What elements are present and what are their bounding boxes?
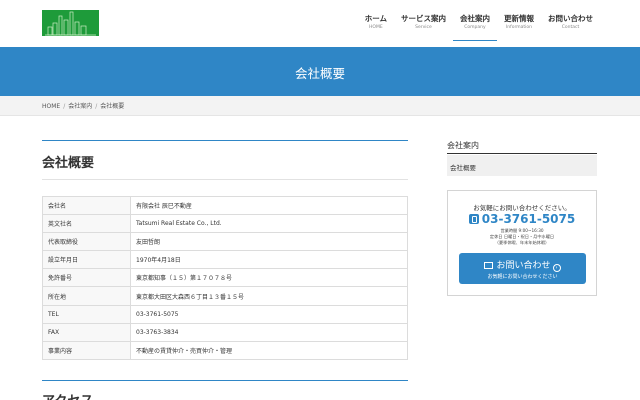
row-value: 東京都知事（１５）第１７０７８号 bbox=[130, 268, 408, 288]
nav-label: ホーム bbox=[364, 14, 387, 23]
breadcrumb-trail: HOME / 会社案内 / 会社概要 bbox=[42, 101, 124, 110]
row-key: 事業内容 bbox=[42, 340, 131, 360]
access-top-rule bbox=[42, 380, 408, 381]
contact-button-label: お問い合わせ bbox=[496, 261, 551, 271]
table-row: 代表取締役 友田哲朗 bbox=[42, 232, 408, 252]
row-value: 03-3763-3834 bbox=[130, 322, 408, 342]
row-value: 友田哲朗 bbox=[130, 232, 408, 252]
access-title: アクセス bbox=[42, 390, 93, 400]
page-title: 会社概要 bbox=[294, 66, 345, 81]
section-title-divider bbox=[42, 179, 408, 180]
main-nav: ホーム HOME サービス案内 Service 会社案内 Company 更新情… bbox=[358, 14, 600, 41]
nav-label: 会社案内 bbox=[460, 14, 490, 23]
site-header: ホーム HOME サービス案内 Service 会社案内 Company 更新情… bbox=[0, 0, 640, 47]
breadcrumb-current: 会社概要 bbox=[100, 103, 125, 110]
nav-company[interactable]: 会社案内 Company bbox=[453, 14, 497, 41]
logo-skyline-icon bbox=[45, 11, 96, 36]
contact-button[interactable]: お問い合わせ › お気軽にお問い合わせください bbox=[459, 253, 586, 284]
row-key: TEL bbox=[42, 304, 131, 324]
section-top-rule bbox=[42, 140, 408, 141]
table-row: 免許番号 東京都知事（１５）第１７０７８号 bbox=[42, 268, 408, 288]
nav-home[interactable]: ホーム HOME bbox=[358, 14, 394, 41]
row-value: 不動産の賃貸仲介・売買仲介・管理 bbox=[130, 340, 408, 360]
contact-phone[interactable]: 03-3761-5075 bbox=[448, 212, 596, 226]
contact-box: お気軽にお問い合わせください。 03-3761-5075 営業時間 9:00~1… bbox=[447, 190, 597, 296]
site-logo[interactable] bbox=[42, 10, 99, 36]
arrow-right-circle-icon: › bbox=[552, 264, 561, 272]
row-value: Tatsumi Real Estate Co., Ltd. bbox=[130, 214, 408, 234]
row-key: 英文社名 bbox=[42, 214, 131, 234]
row-value: 03-3761-5075 bbox=[130, 304, 408, 324]
table-row: TEL 03-3761-5075 bbox=[42, 304, 408, 324]
company-info-table: 会社名 有限会社 辰巳不動産 英文社名 Tatsumi Real Estate Co… bbox=[42, 195, 408, 360]
contact-lead: お気軽にお問い合わせください。 bbox=[473, 204, 571, 212]
nav-sublabel: Service bbox=[415, 25, 432, 30]
table-row: 設立年月日 1970年4月18日 bbox=[42, 250, 408, 270]
row-key: 免許番号 bbox=[42, 268, 131, 288]
row-key: FAX bbox=[42, 322, 131, 342]
nav-sublabel: HOME bbox=[369, 25, 383, 30]
phone-icon bbox=[468, 214, 479, 224]
table-row: 会社名 有限会社 辰巳不動産 bbox=[42, 195, 408, 216]
contact-phone-number: 03-3761-5075 bbox=[481, 212, 576, 226]
mail-icon bbox=[484, 261, 494, 269]
table-row: 事業内容 不動産の賃貸仲介・売買仲介・管理 bbox=[42, 340, 408, 360]
row-key: 所在地 bbox=[42, 286, 131, 306]
table-row: FAX 03-3763-3834 bbox=[42, 322, 408, 342]
nav-sublabel: Company bbox=[464, 25, 486, 30]
contact-hours: 営業時間 9:00~16:30 定休日 日曜日・祝日・月中水曜日 （夏季休暇、年… bbox=[448, 228, 596, 246]
nav-label: 更新情報 bbox=[504, 14, 534, 23]
breadcrumb-parent[interactable]: 会社案内 bbox=[68, 103, 92, 110]
row-key: 代表取締役 bbox=[42, 232, 131, 252]
table-row: 所在地 東京都大田区大森西６丁目１３番１５号 bbox=[42, 286, 408, 306]
nav-contact[interactable]: お問い合わせ Contact bbox=[541, 14, 600, 41]
breadcrumb-home[interactable]: HOME bbox=[42, 103, 60, 110]
nav-label: サービス案内 bbox=[401, 14, 446, 23]
contact-button-sublabel: お気軽にお問い合わせください bbox=[487, 274, 558, 280]
row-key: 会社名 bbox=[42, 195, 131, 216]
nav-service[interactable]: サービス案内 Service bbox=[394, 14, 453, 41]
breadcrumb: HOME / 会社案内 / 会社概要 bbox=[0, 96, 640, 116]
section-title: 会社概要 bbox=[42, 156, 95, 171]
page-banner: 会社概要 bbox=[0, 47, 640, 96]
row-value: 1970年4月18日 bbox=[130, 250, 408, 270]
table-row: 英文社名 Tatsumi Real Estate Co., Ltd. bbox=[42, 214, 408, 234]
sidebar-item-company-overview[interactable]: 会社概要 bbox=[447, 155, 597, 176]
nav-label: お問い合わせ bbox=[548, 14, 593, 23]
sidebar-title: 会社案内 bbox=[447, 141, 479, 150]
nav-information[interactable]: 更新情報 Information bbox=[497, 14, 541, 41]
row-key: 設立年月日 bbox=[42, 250, 131, 270]
row-value: 東京都大田区大森西６丁目１３番１５号 bbox=[130, 286, 408, 306]
nav-sublabel: Contact bbox=[561, 25, 580, 30]
nav-sublabel: Information bbox=[505, 25, 533, 30]
contact-button-main: お問い合わせ › bbox=[459, 253, 586, 272]
row-value: 有限会社 辰巳不動産 bbox=[130, 195, 408, 216]
sidebar-title-rule bbox=[447, 153, 597, 154]
holiday-note: （夏季休暇、年末年始休暇） bbox=[494, 240, 550, 245]
